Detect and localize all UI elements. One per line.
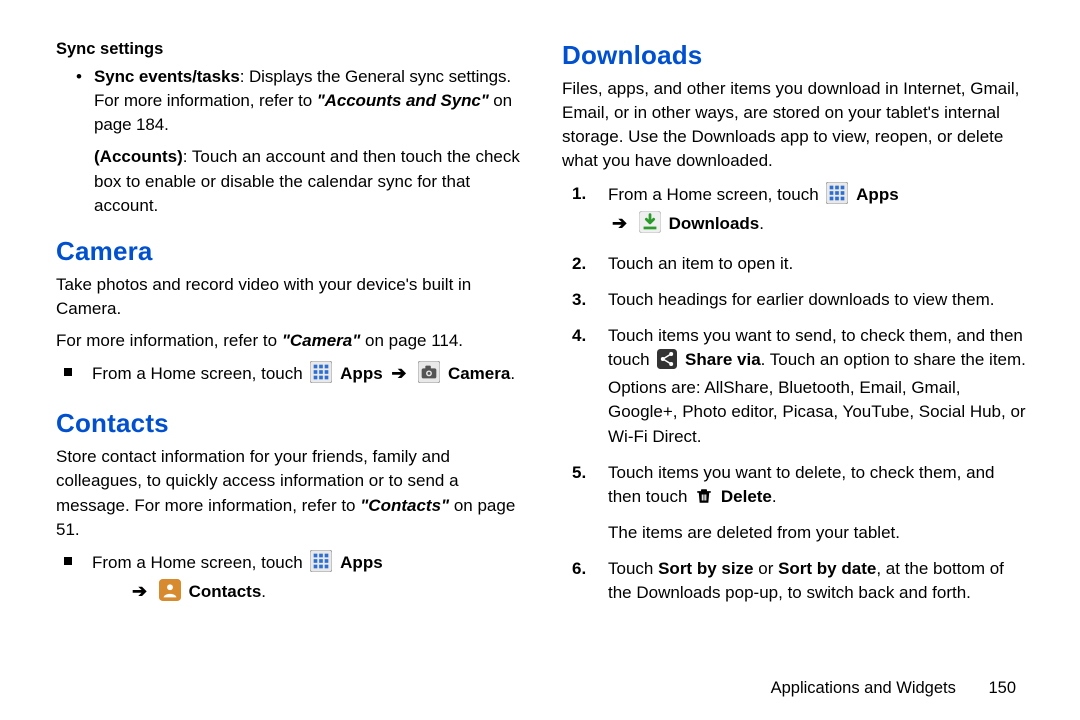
camera-ref-line: For more information, refer to "Camera" … [56, 329, 524, 353]
apps-icon [310, 361, 332, 390]
downloads-intro: Files, apps, and other items you downloa… [562, 77, 1030, 174]
apps-icon [826, 182, 848, 211]
step1-lead: From a Home screen, touch [608, 185, 823, 204]
contacts-heading: Contacts [56, 408, 524, 439]
camera-step-lead: From a Home screen, touch [92, 364, 307, 383]
sync-bullet-list: Sync events/tasks: Displays the General … [76, 65, 524, 137]
step6-or: or [754, 559, 779, 578]
step-4: 4. Touch items you want to send, to chec… [608, 324, 1030, 449]
apps-label-2: Apps [340, 553, 383, 572]
step5-b: . [772, 487, 777, 506]
step-3: 3. Touch headings for earlier downloads … [608, 288, 1030, 312]
camera-step: From a Home screen, touch Apps ➔ Camera. [92, 361, 524, 390]
step1-line2: ➔ Downloads. [608, 211, 1030, 240]
camera-icon [418, 361, 440, 390]
step-num: 1. [572, 182, 586, 206]
camera-label: Camera [448, 364, 510, 383]
camera-desc: Take photos and record video with your d… [56, 273, 524, 321]
camera-ref-ital: "Camera" [282, 331, 361, 350]
step-num: 3. [572, 288, 586, 312]
camera-ref-b: on page 114. [360, 331, 463, 350]
arrow-icon: ➔ [612, 213, 627, 233]
footer-section: Applications and Widgets [771, 679, 956, 697]
sync-events-ref: "Accounts and Sync" [317, 91, 489, 110]
share-via-label: Share via [685, 350, 761, 369]
step-1: 1. From a Home screen, touch Apps ➔ Down… [608, 182, 1030, 240]
step-num: 4. [572, 324, 586, 348]
right-column: Downloads Files, apps, and other items y… [562, 40, 1030, 617]
left-column: Sync settings Sync events/tasks: Display… [56, 40, 524, 617]
step-2: 2. Touch an item to open it. [608, 252, 1030, 276]
share-icon [657, 349, 677, 376]
step3-text: Touch headings for earlier downloads to … [608, 290, 995, 309]
contacts-label: Contacts [189, 582, 262, 601]
camera-heading: Camera [56, 236, 524, 267]
camera-ref-a: For more information, refer to [56, 331, 282, 350]
sync-settings-heading: Sync settings [56, 40, 524, 59]
step-num: 2. [572, 252, 586, 276]
footer-page-number: 150 [988, 679, 1016, 697]
downloads-icon [639, 211, 661, 240]
manual-page: Sync settings Sync events/tasks: Display… [0, 0, 1080, 637]
step6-a: Touch [608, 559, 658, 578]
step5-a: Touch items you want to delete, to check… [608, 463, 995, 506]
arrow-icon: ➔ [391, 363, 406, 383]
downloads-heading: Downloads [562, 40, 1030, 71]
accounts-lead: (Accounts) [94, 147, 183, 166]
step5-result: The items are deleted from your tablet. [608, 521, 1030, 545]
apps-label-3: Apps [856, 185, 899, 204]
accounts-paragraph: (Accounts): Touch an account and then to… [94, 145, 524, 217]
contacts-ref-ital: "Contacts" [360, 496, 449, 515]
downloads-steps: 1. From a Home screen, touch Apps ➔ Down… [562, 182, 1030, 606]
sort-size-label: Sort by size [658, 559, 753, 578]
downloads-label: Downloads [669, 214, 760, 233]
trash-icon [695, 486, 713, 513]
apps-icon [310, 550, 332, 579]
sync-events-lead: Sync events/tasks [94, 67, 240, 86]
step-6: 6. Touch Sort by size or Sort by date, a… [608, 557, 1030, 605]
contacts-step: From a Home screen, touch Apps ➔ Contact… [92, 550, 524, 608]
sort-date-label: Sort by date [778, 559, 876, 578]
delete-label: Delete [721, 487, 772, 506]
contacts-icon [159, 579, 181, 608]
camera-step-list: From a Home screen, touch Apps ➔ Camera. [56, 361, 524, 390]
contacts-desc: Store contact information for your frien… [56, 445, 524, 542]
contacts-step-lead: From a Home screen, touch [92, 553, 307, 572]
arrow-icon: ➔ [132, 581, 147, 601]
contacts-step-list: From a Home screen, touch Apps ➔ Contact… [56, 550, 524, 608]
contacts-step-line2: ➔ Contacts. [128, 579, 524, 608]
step-num: 6. [572, 557, 586, 581]
page-footer: Applications and Widgets 150 [771, 679, 1016, 698]
step-5: 5. Touch items you want to delete, to ch… [608, 461, 1030, 545]
apps-label: Apps [340, 364, 383, 383]
step2-text: Touch an item to open it. [608, 254, 793, 273]
sync-events-bullet: Sync events/tasks: Displays the General … [94, 65, 524, 137]
step-num: 5. [572, 461, 586, 485]
